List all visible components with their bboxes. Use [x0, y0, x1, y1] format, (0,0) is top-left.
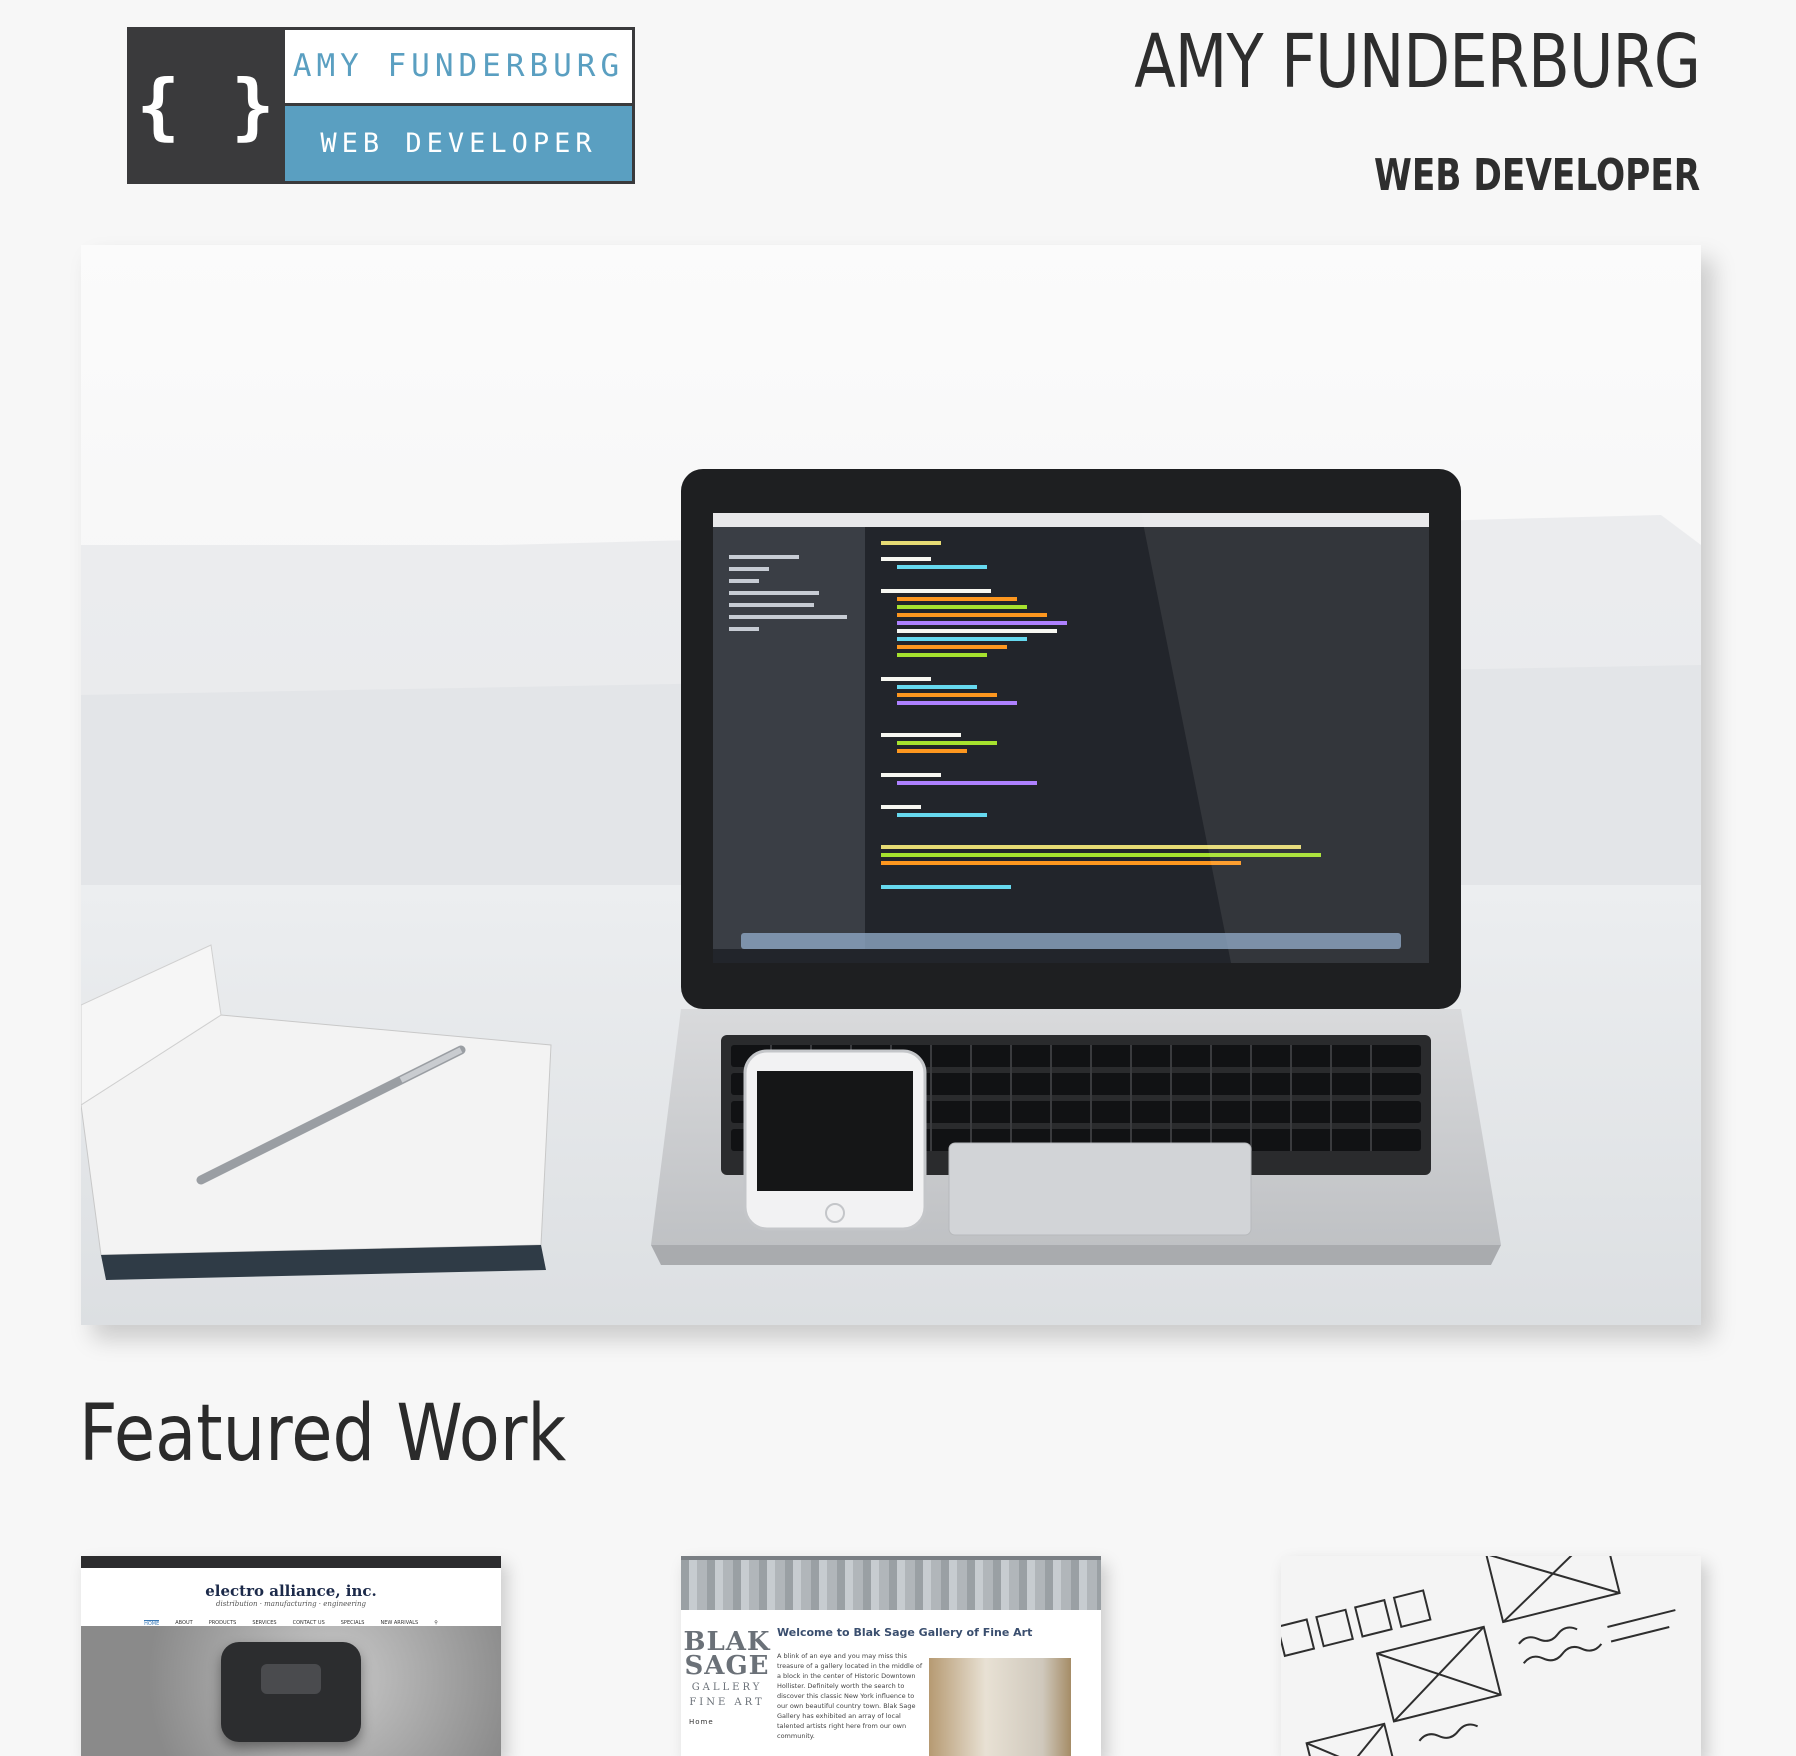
gallery-logo-line2: GALLERY [691, 1682, 763, 1693]
site-subtitle: WEB DEVELOPER [1373, 150, 1700, 201]
logo-name: AMY FUNDERBURG [285, 30, 632, 106]
printer-device-image [221, 1642, 361, 1742]
featured-work-heading: Featured Work [79, 1389, 567, 1479]
ornate-frame-banner [681, 1556, 1101, 1610]
site-brand: electro alliance, inc. [205, 1582, 377, 1600]
phone [743, 1049, 927, 1231]
gallery-nav-home: Home [689, 1718, 714, 1726]
gallery-heading: Welcome to Blak Sage Gallery of Fine Art [777, 1626, 1033, 1639]
site-topbar [81, 1556, 501, 1568]
curly-braces-icon: { } [136, 63, 279, 148]
site-tagline: distribution · manufacturing · engineeri… [216, 1600, 366, 1608]
gallery-logo-line3: FINE ART [689, 1697, 765, 1708]
featured-card-electro-alliance[interactable]: electro alliance, inc. distribution · ma… [81, 1556, 501, 1756]
gallery-logo-line1: BLAK SAGE [683, 1627, 771, 1681]
laptop-workspace-illustration [81, 245, 1701, 1325]
site-logo[interactable]: { } AMY FUNDERBURG WEB DEVELOPER [127, 27, 635, 184]
wireframe-sketch-image [1281, 1556, 1676, 1756]
site-title: AMY FUNDERBURG [1134, 19, 1701, 105]
logo-title: WEB DEVELOPER [285, 105, 632, 181]
gallery-logo: BLAK SAGE GALLERY FINE ART Home [681, 1610, 773, 1741]
featured-card-blak-sage[interactable]: BLAK SAGE GALLERY FINE ART Home Welcome … [681, 1556, 1101, 1756]
logo-text-block: AMY FUNDERBURG WEB DEVELOPER [285, 30, 632, 181]
gallery-body-text: A blink of an eye and you may miss this … [777, 1652, 923, 1740]
hero-image [81, 245, 1701, 1325]
gallery-interior-photo [929, 1658, 1071, 1756]
featured-card-wireframe[interactable] [1281, 1556, 1701, 1756]
